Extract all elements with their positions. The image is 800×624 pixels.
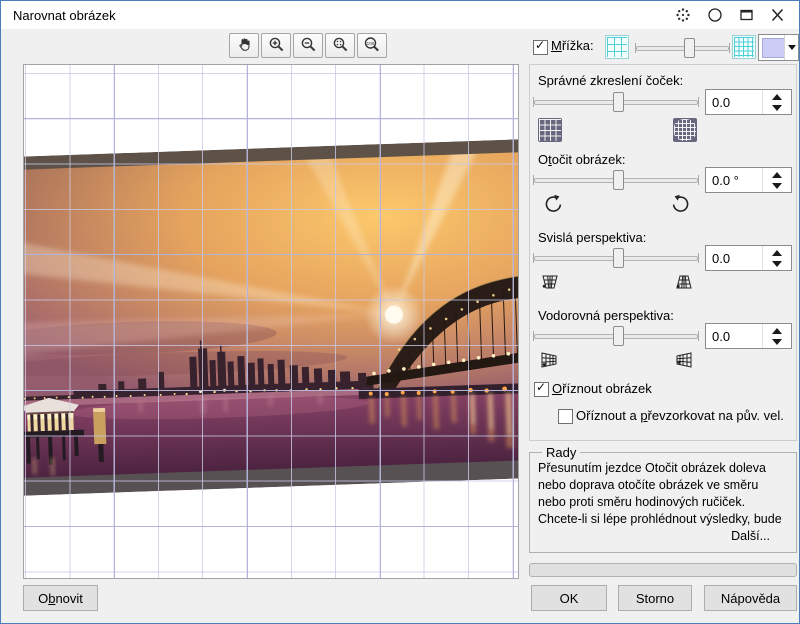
vert-spin-up-icon[interactable]: [772, 249, 782, 256]
lens-spin-down-icon[interactable]: [772, 104, 782, 111]
cancel-button[interactable]: Storno: [618, 585, 692, 611]
zoom-in-button[interactable]: [261, 33, 291, 58]
pan-hand-icon: [236, 36, 253, 56]
tips-text-line: nebo doprava otočíte obrázek ve směru: [538, 478, 759, 492]
vertical-perspective-slider[interactable]: [532, 245, 700, 271]
dialog-title: Narovnat obrázek: [13, 8, 116, 23]
progress-bar: [529, 563, 797, 577]
grid-checkbox-label: Mřížka:: [551, 38, 594, 53]
crop-image-checkbox[interactable]: [534, 381, 549, 397]
crop-resample-checkbox[interactable]: [558, 409, 573, 424]
zoom-to-fit-icon: [332, 36, 349, 56]
preview-canvas[interactable]: [23, 64, 519, 579]
svg-text:100: 100: [367, 41, 375, 46]
tips-more-link[interactable]: Další...: [538, 528, 788, 545]
straighten-image-dialog: Narovnat obrázek 100 ✓ Mřížka: Správné z…: [0, 0, 800, 624]
pan-hand-button[interactable]: [229, 33, 259, 58]
tips-text-line: nebo proti směru hodinových ručiček.: [538, 495, 746, 509]
grid-checkbox[interactable]: [533, 39, 548, 55]
rotate-spinner[interactable]: 0.0 °: [705, 167, 792, 193]
zoom-out-icon: [300, 36, 317, 56]
zoom-in-icon: [268, 36, 285, 56]
reset-button[interactable]: Obnovit: [23, 585, 98, 611]
zoom-100-button[interactable]: 100: [357, 33, 387, 58]
lens-correction-spinner[interactable]: 0.0: [705, 89, 792, 115]
vertical-perspective-spinner[interactable]: 0.0: [705, 245, 792, 271]
horizontal-perspective-label: Vodorovná perspektiva:: [538, 308, 674, 323]
ok-button[interactable]: OK: [531, 585, 607, 611]
lens-correction-slider-handle[interactable]: [612, 92, 624, 112]
zoom-out-button[interactable]: [293, 33, 323, 58]
grid-coarse-icon: [605, 35, 629, 59]
vert-spin-down-icon[interactable]: [772, 260, 782, 267]
horiz-spin-down-icon[interactable]: [772, 338, 782, 345]
tips-text-line: Přesunutím jezdce Otočit obrázek doleva: [538, 461, 766, 475]
rotate-image-label: Otočit obrázek:: [538, 152, 626, 167]
grid-color-picker[interactable]: [758, 34, 799, 61]
horizontal-perspective-left-icon: [538, 349, 560, 376]
horizontal-perspective-right-icon: [673, 349, 695, 376]
rotate-ccw-icon: [541, 193, 565, 222]
rotate-slider-handle[interactable]: [612, 170, 624, 190]
horizontal-perspective-spinner[interactable]: 0.0: [705, 323, 792, 349]
vertical-perspective-top-icon: [539, 271, 561, 298]
lens-pincushion-icon: [538, 118, 562, 142]
lens-barrel-icon: [673, 118, 697, 142]
grid-density-slider[interactable]: [634, 35, 731, 61]
zoom-100-icon: 100: [363, 36, 381, 56]
tips-text-line: Chcete-li si lépe prohlédnout výsledky, …: [538, 512, 782, 526]
rotate-spin-down-icon[interactable]: [772, 182, 782, 189]
close-icon[interactable]: [770, 8, 785, 22]
grid-density-slider-handle[interactable]: [684, 38, 696, 58]
zoom-to-fit-button[interactable]: [325, 33, 355, 58]
minimize-circle-icon[interactable]: [707, 7, 723, 23]
crop-image-label: Oříznout obrázek: [552, 381, 652, 396]
vertical-perspective-slider-handle[interactable]: [612, 248, 624, 268]
grid-color-swatch: [762, 38, 785, 58]
modal-indicator-icon: [675, 7, 691, 23]
rotate-slider[interactable]: [532, 167, 700, 193]
maximize-icon[interactable]: [739, 8, 754, 22]
lens-correction-slider[interactable]: [532, 89, 700, 115]
vertical-perspective-label: Svislá perspektiva:: [538, 230, 647, 245]
grid-color-dropdown-arrow[interactable]: [784, 35, 798, 60]
help-button[interactable]: Nápověda: [704, 585, 797, 611]
horizontal-perspective-slider-handle[interactable]: [612, 326, 624, 346]
preview-image[interactable]: [24, 139, 518, 496]
lens-correction-label: Správné zkreslení čoček:: [538, 73, 684, 88]
tips-groupbox: Rady Přesunutím jezdce Otočit obrázek do…: [529, 445, 797, 553]
crop-resample-label: Oříznout a převzorkovat na pův. vel.: [576, 408, 784, 423]
tips-legend: Rady: [546, 445, 577, 460]
rotate-cw-icon: [669, 193, 693, 222]
rotate-spin-up-icon[interactable]: [772, 171, 782, 178]
horizontal-perspective-slider[interactable]: [532, 323, 700, 349]
vertical-perspective-bottom-icon: [673, 271, 695, 298]
preview-toolbar: 100: [229, 33, 387, 58]
grid-fine-icon: [732, 35, 756, 59]
titlebar-icons: [675, 6, 785, 24]
lens-spin-up-icon[interactable]: [772, 93, 782, 100]
titlebar: Narovnat obrázek: [1, 1, 799, 29]
horiz-spin-up-icon[interactable]: [772, 327, 782, 334]
